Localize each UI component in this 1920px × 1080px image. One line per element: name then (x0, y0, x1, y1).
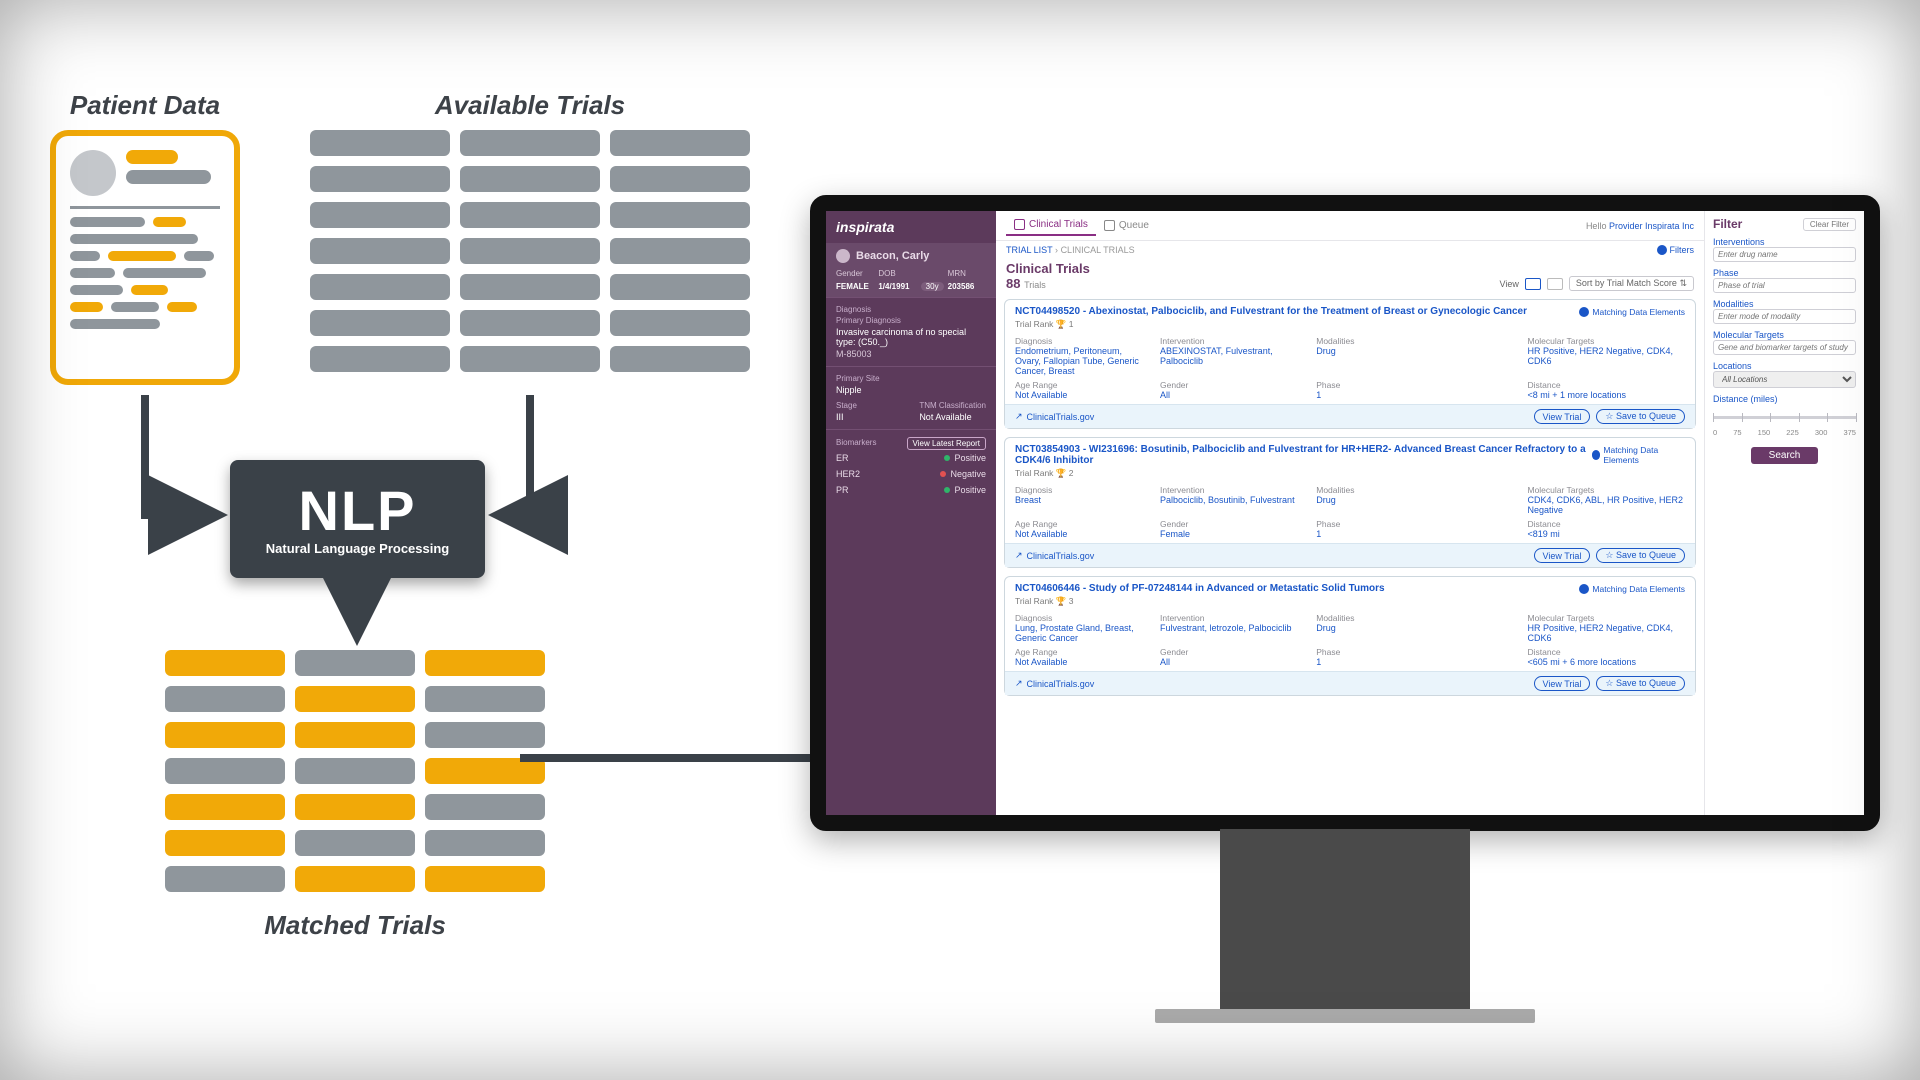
star-icon: ☆ (1605, 678, 1613, 688)
star-icon: ☆ (1605, 550, 1613, 560)
monitor-base (1155, 1009, 1535, 1023)
trial-title[interactable]: NCT04606446 - Study of PF-07248144 in Ad… (1015, 583, 1385, 594)
screen-bezel: inspirata Beacon, Carly Gender DOB MRN F… (810, 195, 1880, 831)
view-card-button[interactable] (1525, 278, 1541, 290)
biomarker-row: HER2Negative (836, 466, 986, 482)
distance-slider[interactable] (1713, 408, 1856, 428)
info-icon (1657, 245, 1667, 255)
save-to-queue-button[interactable]: ☆ Save to Queue (1596, 409, 1685, 424)
view-latest-report-button[interactable]: View Latest Report (907, 437, 986, 450)
interventions-input[interactable] (1713, 247, 1856, 262)
matched-trials-icon (165, 650, 545, 892)
trial-title[interactable]: NCT03854903 - WI231696: Bosutinib, Palbo… (1015, 444, 1592, 466)
clear-filter-button[interactable]: Clear Filter (1803, 218, 1856, 231)
sort-select[interactable]: Sort by Trial Match Score ⇅ (1569, 276, 1694, 291)
patient-data-title: Patient Data (50, 90, 240, 121)
tabs: Clinical Trials Queue Hello Provider Ins… (996, 211, 1704, 241)
patient-name: Beacon, Carly (856, 250, 929, 262)
trial-rank: Trial Rank 🏆 3 (1005, 596, 1695, 611)
monitor-stand (1220, 829, 1470, 1009)
avatar-icon (70, 150, 116, 196)
trial-card: NCT04606446 - Study of PF-07248144 in Ad… (1004, 576, 1696, 696)
view-list-button[interactable] (1547, 278, 1563, 290)
clinicaltrials-link[interactable]: ↗ClinicalTrials.gov (1015, 411, 1094, 422)
matching-data-elements-link[interactable]: Matching Data Elements (1579, 583, 1685, 594)
matching-data-elements-link[interactable]: Matching Data Elements (1592, 444, 1685, 466)
patient-header: Beacon, Carly Gender DOB MRN FEMALE 1/4/… (826, 243, 996, 297)
nlp-acronym: NLP (299, 483, 417, 539)
hello-text: Hello Provider Inspirata Inc (1586, 221, 1694, 231)
external-link-icon: ↗ (1015, 550, 1023, 561)
save-to-queue-button[interactable]: ☆ Save to Queue (1596, 548, 1685, 563)
patient-sidebar: inspirata Beacon, Carly Gender DOB MRN F… (826, 211, 996, 815)
available-trials-icon (310, 130, 750, 372)
modalities-input[interactable] (1713, 309, 1856, 324)
filters-link[interactable]: Filters (1657, 245, 1695, 255)
matching-data-elements-link[interactable]: Matching Data Elements (1579, 306, 1685, 317)
breadcrumb: TRIAL LIST › CLINICAL TRIALS (1006, 245, 1135, 255)
external-link-icon: ↗ (1015, 678, 1023, 689)
biomarker-row: ERPositive (836, 450, 986, 466)
trial-list: NCT04498520 - Abexinostat, Palbociclib, … (996, 297, 1704, 712)
search-button[interactable]: Search (1751, 447, 1819, 464)
nlp-box: NLP Natural Language Processing (230, 460, 485, 578)
page-title: Clinical Trials (1006, 261, 1090, 276)
badge-icon (1592, 450, 1601, 460)
trial-rank: Trial Rank 🏆 1 (1005, 319, 1695, 334)
badge-icon (1579, 307, 1589, 317)
matched-trials-title: Matched Trials (165, 910, 545, 941)
available-trials-title: Available Trials (310, 90, 750, 121)
biomarker-row: PRPositive (836, 482, 986, 498)
clinicaltrials-link[interactable]: ↗ClinicalTrials.gov (1015, 550, 1094, 561)
locations-select[interactable]: All Locations (1713, 371, 1856, 388)
clipboard-icon (1014, 219, 1025, 230)
view-trial-button[interactable]: View Trial (1534, 548, 1591, 563)
monitor: inspirata Beacon, Carly Gender DOB MRN F… (810, 195, 1880, 1023)
patient-data-icon (50, 130, 240, 385)
phase-input[interactable] (1713, 278, 1856, 293)
star-icon: ☆ (1605, 411, 1613, 421)
badge-icon (1579, 584, 1589, 594)
trial-title[interactable]: NCT04498520 - Abexinostat, Palbociclib, … (1015, 306, 1527, 317)
list-icon (1104, 220, 1115, 231)
view-trial-button[interactable]: View Trial (1534, 409, 1591, 424)
trial-rank: Trial Rank 🏆 2 (1005, 468, 1695, 483)
sort-arrows-icon: ⇅ (1679, 278, 1687, 288)
filter-panel: FilterClear Filter Interventions Phase M… (1704, 211, 1864, 815)
trial-card: NCT03854903 - WI231696: Bosutinib, Palbo… (1004, 437, 1696, 568)
clinicaltrials-link[interactable]: ↗ClinicalTrials.gov (1015, 678, 1094, 689)
save-to-queue-button[interactable]: ☆ Save to Queue (1596, 676, 1685, 691)
tab-clinical-trials[interactable]: Clinical Trials (1006, 215, 1096, 236)
tab-queue[interactable]: Queue (1096, 216, 1157, 235)
brand-logo: inspirata (826, 211, 996, 243)
view-sort-controls: View Sort by Trial Match Score ⇅ (1500, 276, 1694, 291)
nlp-expansion: Natural Language Processing (266, 541, 450, 556)
avatar-icon (836, 249, 850, 263)
targets-input[interactable] (1713, 340, 1856, 355)
trial-card: NCT04498520 - Abexinostat, Palbociclib, … (1004, 299, 1696, 429)
main-panel: Clinical Trials Queue Hello Provider Ins… (996, 211, 1864, 815)
external-link-icon: ↗ (1015, 411, 1023, 422)
view-trial-button[interactable]: View Trial (1534, 676, 1591, 691)
